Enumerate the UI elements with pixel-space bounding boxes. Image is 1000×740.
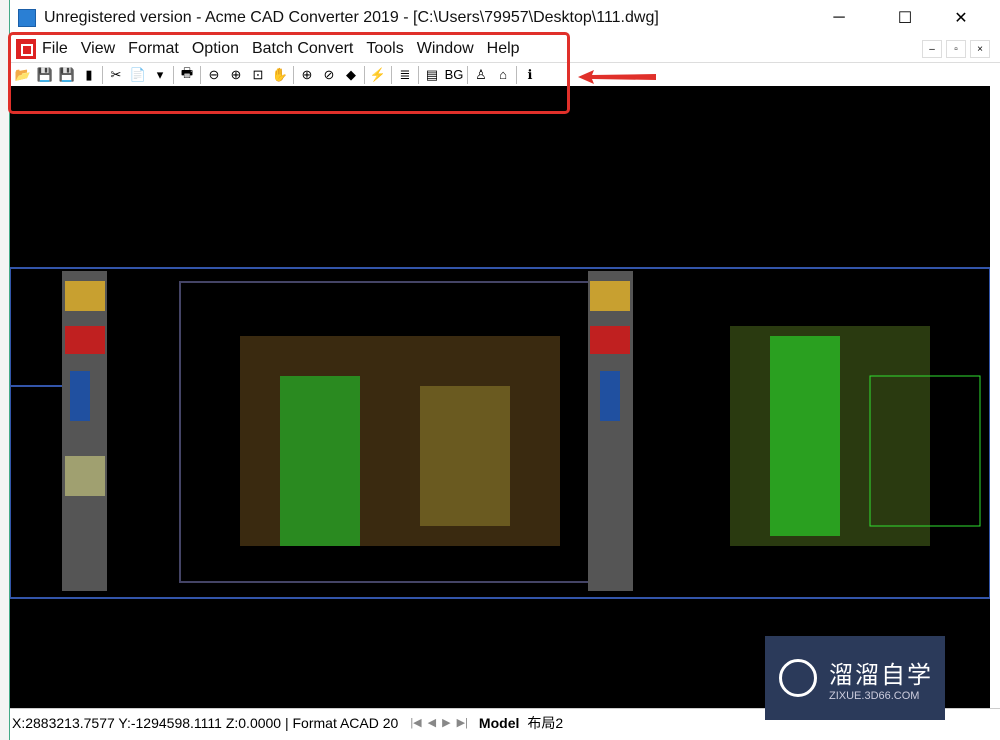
- annotation-highlight-box: [8, 32, 570, 114]
- tab-model[interactable]: Model: [479, 715, 519, 731]
- mdi-restore-button[interactable]: ▫: [946, 40, 966, 58]
- first-tab-button[interactable]: |◀: [410, 716, 421, 729]
- annotation-arrow: [578, 70, 656, 84]
- watermark-en: ZIXUE.3D66.COM: [829, 689, 920, 702]
- mdi-close-button[interactable]: ×: [970, 40, 990, 58]
- tab-layout2[interactable]: 布局2: [527, 713, 563, 733]
- window-title: Unregistered version - Acme CAD Converte…: [44, 9, 659, 26]
- mdi-minimize-button[interactable]: –: [922, 40, 942, 58]
- close-button[interactable]: ✕: [938, 0, 984, 36]
- cad-drawing: [10, 267, 990, 599]
- coordinates-readout: X:2883213.7577 Y:-1294598.1111 Z:0.0000 …: [12, 714, 399, 731]
- title-bar: Unregistered version - Acme CAD Converte…: [10, 0, 1000, 36]
- next-tab-button[interactable]: ▶: [442, 716, 450, 729]
- watermark-cn: 溜溜自学: [829, 661, 933, 689]
- last-tab-button[interactable]: ▶|: [457, 716, 468, 729]
- app-icon: [18, 9, 36, 27]
- minimize-button[interactable]: ─: [816, 0, 862, 36]
- maximize-button[interactable]: ☐: [882, 0, 928, 36]
- drawing-canvas[interactable]: [10, 86, 990, 708]
- watermark-logo: 溜溜自学 ZIXUE.3D66.COM: [765, 636, 945, 720]
- prev-tab-button[interactable]: ◀: [428, 716, 436, 729]
- play-icon: [779, 659, 817, 697]
